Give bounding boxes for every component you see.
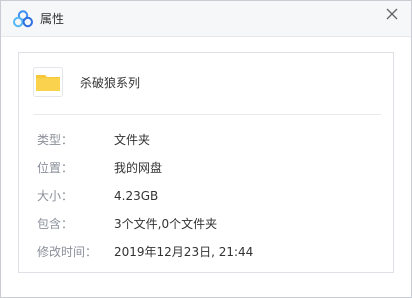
property-value: 3个文件,0个文件夹 <box>114 217 218 231</box>
property-row-size: 大小： 4.23GB <box>19 187 395 205</box>
property-value: 4.23GB <box>114 189 159 203</box>
divider <box>33 114 381 115</box>
title-bar: 属性 <box>1 1 411 37</box>
property-row-location: 位置： 我的网盘 <box>19 159 395 177</box>
property-label: 修改时间： <box>37 245 98 259</box>
file-name: 杀破狼系列 <box>80 76 141 90</box>
close-icon[interactable] <box>383 5 401 23</box>
property-value: 文件夹 <box>114 133 151 147</box>
dialog-title: 属性 <box>40 12 65 26</box>
property-label: 大小： <box>37 189 74 203</box>
cloud-logo-icon <box>13 10 33 28</box>
property-label: 类型： <box>37 133 74 147</box>
properties-panel: 杀破狼系列 类型： 文件夹 位置： 我的网盘 大小： 4.23GB 包含： 3个… <box>18 52 394 273</box>
folder-icon <box>33 67 63 97</box>
property-label: 包含： <box>37 217 74 231</box>
property-label: 位置： <box>37 161 74 175</box>
property-row-modified: 修改时间： 2019年12月23日, 21:44 <box>19 243 395 261</box>
property-row-type: 类型： 文件夹 <box>19 131 395 149</box>
properties-dialog: 属性 杀破狼系列 类型： 文件夹 位置： 我的网盘 大小： 4.23GB 包含：… <box>0 0 412 298</box>
property-row-contains: 包含： 3个文件,0个文件夹 <box>19 215 395 233</box>
property-value: 我的网盘 <box>114 161 163 175</box>
property-value: 2019年12月23日, 21:44 <box>114 245 254 259</box>
